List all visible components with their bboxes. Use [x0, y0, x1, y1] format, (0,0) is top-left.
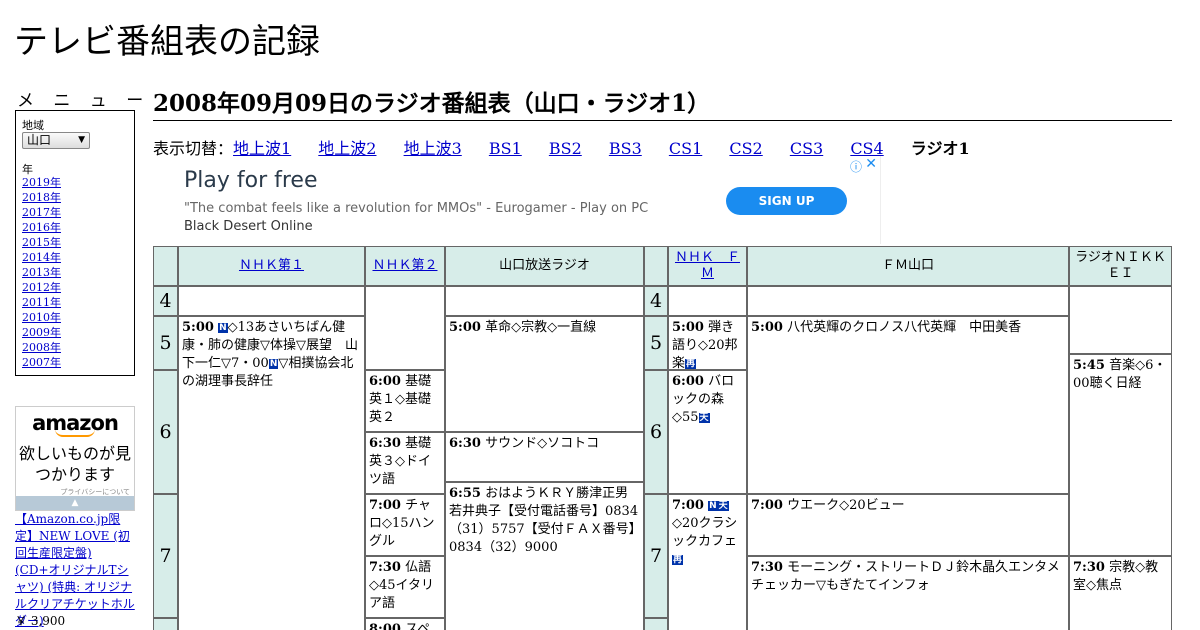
channel-header-fmy: ＦＭ山口: [747, 246, 1069, 286]
program-nhkfm-0600[interactable]: 6:00 バロックの森◇55天: [668, 370, 747, 494]
banner-ad-headline: Play for free: [184, 168, 318, 193]
menu-box: 地域 山口 ▼ 年 2019年 2018年 2017年 2016年 2015年 …: [15, 110, 135, 376]
hour-cell-4-b: 4: [644, 286, 668, 316]
program-nikkei-0730[interactable]: 7:30 宗教◇教室◇焦点: [1069, 556, 1172, 630]
program-ybc-0500[interactable]: 5:00 革命◇宗教◇一直線: [445, 316, 644, 432]
hour-cell-6-b: 6: [644, 370, 668, 494]
year-link-2008[interactable]: 2008年: [22, 341, 61, 354]
hour-cell-5-b: 5: [644, 316, 668, 370]
channel-link-nhkfm[interactable]: ＮＨＫ ＦＭ: [671, 250, 744, 282]
ad-info-icon[interactable]: ⓘ: [850, 158, 862, 175]
banner-ad-description: "The combat feels like a revolution for …: [184, 201, 649, 234]
switch-current-radio1: ラジオ1: [910, 139, 970, 158]
program-nhkfm-0700[interactable]: 7:00 N 天◇20クラシックカフェ再: [668, 494, 747, 630]
year-link-2019[interactable]: 2019年: [22, 176, 61, 189]
channel-link-nhk2[interactable]: ＮＨＫ第２: [372, 258, 437, 274]
program-nikkei-0545[interactable]: 5:45 音楽◇6・00聴く日経: [1069, 354, 1172, 556]
amazon-ad-message: 欲しいものが見つかります: [18, 444, 131, 484]
page-title: 2008年09月09日のラジオ番組表（山口・ラジオ1）: [153, 84, 1172, 121]
empty-slot: [178, 286, 365, 316]
empty-slot: [668, 286, 747, 316]
year-list: 2019年 2018年 2017年 2016年 2015年 2014年 2013…: [22, 175, 61, 370]
program-nhk2-0630[interactable]: 6:30 基礎英３◇ドイツ語: [365, 432, 445, 494]
year-link-2015[interactable]: 2015年: [22, 236, 61, 249]
year-link-2013[interactable]: 2013年: [22, 266, 61, 279]
year-link-2017[interactable]: 2017年: [22, 206, 61, 219]
year-link-2018[interactable]: 2018年: [22, 191, 61, 204]
weather-icon: 天: [717, 501, 729, 511]
hour-cell-8-b: [644, 618, 668, 630]
menu-heading: メ ニ ュ ー: [17, 91, 151, 111]
region-select[interactable]: 山口 ▼: [22, 132, 90, 149]
program-nhk2-0730[interactable]: 7:30 仏語◇45イタリア語: [365, 556, 445, 618]
channel-link-nhk1[interactable]: ＮＨＫ第１: [239, 258, 304, 274]
news-icon: N: [708, 501, 718, 511]
program-grid: ＮＨＫ第１ ＮＨＫ第２ 山口放送ラジオ ＮＨＫ ＦＭ ＦＭ山口 ラジオＮＩＫＫＥ…: [153, 246, 1172, 630]
program-fmy-0730[interactable]: 7:30 モーニング・ストリートＤＪ鈴木晶久エンタメチェッカー▽もぎたてインフォ: [747, 556, 1069, 630]
site-title: テレビ番組表の記録: [14, 22, 320, 62]
region-select-value: 山口: [27, 133, 52, 147]
weather-icon: 天: [698, 413, 710, 423]
program-ybc-0655[interactable]: 6:55 おはようＫＲＹ勝津正男 若井典子【受付電話番号】0834（31）575…: [445, 482, 644, 630]
program-nhk2-0800[interactable]: 8:00 スペイン語: [365, 618, 445, 630]
banner-ad[interactable]: Play for free "The combat feels like a r…: [153, 156, 881, 244]
signup-button[interactable]: SIGN UP: [726, 187, 847, 215]
amazon-logo: amazon: [32, 411, 119, 435]
program-nhk2-0700[interactable]: 7:00 チャロ◇15ハングル: [365, 494, 445, 556]
year-link-2009[interactable]: 2009年: [22, 326, 61, 339]
news-icon: N: [268, 359, 279, 369]
program-fmy-0500[interactable]: 5:00 八代英輝のクロノス八代英輝 中田美香: [747, 316, 1069, 494]
program-nhkfm-0500[interactable]: 5:00 弾き語り◇20邦楽再: [668, 316, 747, 370]
amazon-product-price: ￥ 3,900: [15, 614, 66, 628]
empty-slot: [747, 286, 1069, 316]
empty-slot: [1069, 286, 1172, 354]
close-icon[interactable]: ✕: [865, 156, 877, 172]
year-link-2016[interactable]: 2016年: [22, 221, 61, 234]
reairing-icon: 再: [685, 359, 697, 369]
hour-cell-6: 6: [153, 370, 178, 494]
channel-header-nhk2: ＮＨＫ第２: [365, 246, 445, 286]
year-link-2010[interactable]: 2010年: [22, 311, 61, 324]
amazon-ad[interactable]: amazon 欲しいものが見つかります プライバシーについて ▲: [15, 406, 135, 511]
hour-cell-7: 7: [153, 494, 178, 618]
corner-cell: [153, 246, 178, 286]
dropdown-arrow-icon: ▼: [78, 135, 85, 145]
program-fmy-0700[interactable]: 7:00 ウエーク◇20ビュー: [747, 494, 1069, 556]
year-link-2011[interactable]: 2011年: [22, 296, 61, 309]
hour-cell-5: 5: [153, 316, 178, 370]
program-nhk2-0600[interactable]: 6:00 基礎英１◇基礎英２: [365, 370, 445, 432]
channel-header-nhkfm: ＮＨＫ ＦＭ: [668, 246, 747, 286]
reairing-icon: 再: [672, 555, 684, 565]
hour-cell-8: [153, 618, 178, 630]
year-link-2007[interactable]: 2007年: [22, 356, 61, 369]
channel-header-nikkei: ラジオＮＩＫＫＥＩ: [1069, 246, 1172, 286]
channel-header-ybc: 山口放送ラジオ: [445, 246, 644, 286]
banner-ad-game-name: Black Desert Online: [184, 219, 313, 234]
empty-slot: [365, 286, 445, 370]
year-link-2014[interactable]: 2014年: [22, 251, 61, 264]
hour-cell-4: 4: [153, 286, 178, 316]
program-ybc-0630[interactable]: 6:30 サウンド◇ソコトコ: [445, 432, 644, 482]
program-nhk1-0500[interactable]: 5:00 N◇13あさいちばん健康・肺の健康▽体操▽展望 山下一仁▽7・00N▽…: [178, 316, 365, 630]
hour-cell-7-b: 7: [644, 494, 668, 618]
chevron-up-icon[interactable]: ▲: [16, 496, 134, 510]
region-label: 地域: [22, 119, 44, 132]
year-link-2012[interactable]: 2012年: [22, 281, 61, 294]
empty-slot: [445, 286, 644, 316]
corner-cell-2: [644, 246, 668, 286]
news-icon: N: [218, 323, 228, 333]
channel-header-nhk1: ＮＨＫ第１: [178, 246, 365, 286]
